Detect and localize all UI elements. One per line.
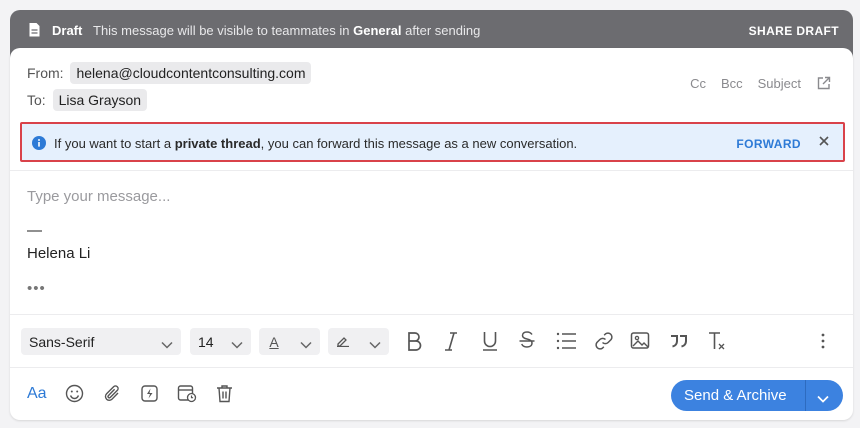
formatting-toolbar: Sans-Serif 14 A: [10, 326, 853, 358]
italic-icon[interactable]: [443, 330, 459, 357]
send-label: Send & Archive: [684, 387, 787, 404]
text-color-icon: A: [269, 333, 279, 350]
text-format-toggle[interactable]: Aa: [27, 385, 47, 403]
more-options-icon[interactable]: [820, 330, 826, 357]
forward-button[interactable]: FORWARD: [736, 137, 801, 151]
info-icon: [32, 136, 46, 153]
emoji-icon[interactable]: [65, 384, 84, 408]
private-thread-banner: If you want to start a private thread, y…: [20, 122, 845, 162]
font-size-value: 14: [198, 333, 214, 350]
team-name: General: [353, 23, 402, 38]
schedule-send-icon[interactable]: [177, 384, 197, 408]
font-family-select[interactable]: Sans-Serif: [21, 328, 181, 355]
chevron-down-icon: [161, 336, 173, 352]
divider: [10, 314, 853, 315]
subject-button[interactable]: Subject: [758, 76, 801, 91]
close-icon[interactable]: [817, 134, 831, 151]
compose-card: From: helena@cloudcontentconsulting.com …: [10, 48, 853, 420]
draft-label: Draft: [52, 23, 83, 38]
signature-name: Helena Li: [27, 245, 91, 262]
signature-dash: —: [27, 222, 42, 239]
bcc-button[interactable]: Bcc: [721, 76, 743, 91]
bullet-list-icon[interactable]: [555, 330, 577, 357]
highlighter-icon: [336, 333, 350, 350]
quote-icon[interactable]: [669, 330, 689, 357]
font-size-select[interactable]: 14: [190, 328, 251, 355]
chevron-down-icon: [369, 336, 381, 352]
chevron-down-icon: [300, 336, 312, 352]
clear-formatting-icon[interactable]: [707, 330, 727, 357]
button-separator: [805, 380, 806, 411]
trash-icon[interactable]: [216, 384, 233, 408]
text-color-select[interactable]: A: [259, 328, 320, 355]
chevron-down-icon[interactable]: [817, 390, 829, 408]
snippet-icon[interactable]: [140, 384, 159, 408]
compose-footer: Aa Send & Archive: [10, 372, 853, 418]
underline-icon[interactable]: [481, 330, 499, 357]
link-icon[interactable]: [594, 330, 614, 357]
divider: [10, 367, 853, 368]
to-row: To: Lisa Grayson: [27, 89, 148, 111]
attachment-icon[interactable]: [103, 384, 122, 408]
divider: [10, 170, 853, 171]
from-row: From: helena@cloudcontentconsulting.com: [27, 62, 312, 84]
share-draft-button[interactable]: SHARE DRAFT: [749, 24, 839, 38]
message-input[interactable]: Type your message...: [27, 188, 170, 205]
banner-text: If you want to start a private thread, y…: [54, 136, 578, 151]
bold-icon[interactable]: [406, 330, 422, 357]
cc-button[interactable]: Cc: [690, 76, 706, 91]
send-and-archive-button[interactable]: Send & Archive: [671, 380, 843, 411]
header-actions: Cc Bcc Subject: [675, 76, 831, 91]
draft-visibility-message: This message will be visible to teammate…: [93, 23, 481, 38]
chevron-down-icon: [231, 336, 243, 352]
strikethrough-icon[interactable]: [518, 330, 536, 357]
popout-icon[interactable]: [816, 76, 831, 91]
to-label: To:: [27, 92, 46, 108]
document-icon: [28, 22, 41, 41]
show-more-ellipsis[interactable]: •••: [27, 280, 46, 297]
font-family-value: Sans-Serif: [29, 333, 95, 350]
image-icon[interactable]: [630, 330, 650, 357]
from-address-chip[interactable]: helena@cloudcontentconsulting.com: [70, 62, 312, 84]
recipient-chip[interactable]: Lisa Grayson: [52, 89, 148, 111]
highlight-color-select[interactable]: [328, 328, 389, 355]
from-label: From:: [27, 65, 64, 81]
